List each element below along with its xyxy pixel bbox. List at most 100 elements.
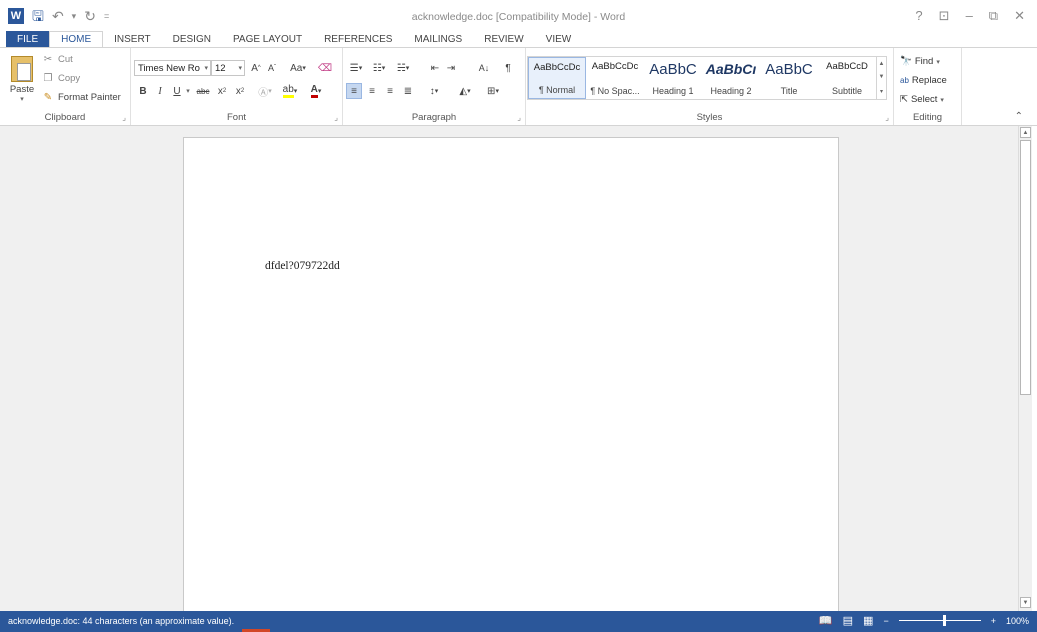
align-center-button[interactable]: ≡ — [365, 83, 379, 99]
tab-design[interactable]: DESIGN — [162, 31, 222, 48]
web-layout-icon[interactable]: ▦ — [863, 614, 873, 627]
copy-button[interactable]: ❐ Copy — [42, 73, 81, 84]
style-name: ¶ Normal — [538, 85, 576, 95]
change-case-label: Aa — [290, 62, 303, 74]
replace-label: Replace — [911, 75, 947, 86]
dialog-launcher-icon[interactable]: ⌟ — [885, 113, 889, 122]
shading-button[interactable]: ◭ ▾ — [453, 83, 477, 99]
tab-references[interactable]: REFERENCES — [313, 31, 403, 48]
underline-button[interactable]: U — [170, 83, 184, 99]
select-button[interactable]: ⇱ Select ▾ — [900, 94, 944, 105]
style-subtitle[interactable]: AaBbCcD Subtitle — [818, 57, 876, 99]
zoom-level[interactable]: 100% — [1006, 616, 1029, 626]
line-spacing-button[interactable]: ↕ ▾ — [423, 83, 445, 99]
chevron-down-icon: ▾ — [204, 65, 208, 72]
numbering-button[interactable]: ☷ ▾ — [369, 60, 389, 76]
style-preview: AaBbCcD — [826, 61, 868, 72]
bold-button[interactable]: B — [136, 83, 150, 99]
format-painter-button[interactable]: ✎ Format Painter — [42, 92, 121, 103]
superscript-button[interactable]: x2 — [233, 83, 247, 99]
change-case-button[interactable]: Aa ▾ — [286, 60, 310, 76]
tab-review[interactable]: REVIEW — [473, 31, 534, 48]
styles-gallery-scroll: ▲ ▼ ▾ — [876, 56, 887, 100]
bullets-button[interactable]: ☰ ▾ — [346, 60, 366, 76]
style-name: Heading 2 — [710, 86, 752, 96]
chevron-down-icon[interactable]: ▼ — [879, 74, 885, 80]
tab-home[interactable]: HOME — [49, 31, 104, 48]
collapse-ribbon-icon[interactable]: ⌃ — [1015, 111, 1023, 122]
vertical-scrollbar[interactable]: ▲ ▼ — [1018, 126, 1032, 611]
chevron-down-icon[interactable]: ▾ — [8, 95, 36, 103]
dialog-launcher-icon[interactable]: ⌟ — [334, 113, 338, 122]
zoom-in-button[interactable]: + — [991, 616, 996, 626]
style-heading-2[interactable]: AaBbCı Heading 2 — [702, 57, 760, 99]
style-heading-1[interactable]: AaBbC Heading 1 — [644, 57, 702, 99]
status-bar: acknowledge.doc: 44 characters (an appro… — [0, 611, 1037, 632]
paragraph-group: ☰ ▾ ☷ ▾ ☵ ▾ ⇤ ⇥ A↓ ¶ ≡ ≡ ≡ ≣ ↕ ▾ ◭ ▾ ⊞ ▾ Parag… — [343, 48, 526, 125]
copy-icon: ❐ — [43, 73, 53, 84]
tab-file[interactable]: FILE — [6, 31, 50, 48]
zoom-slider[interactable] — [898, 615, 981, 626]
paragraph-group-label: Paragraph — [411, 112, 457, 123]
style-name: ¶ No Spac... — [590, 86, 640, 96]
document-page[interactable]: dfdel?079722dd — [183, 137, 839, 611]
tab-page-layout[interactable]: PAGE LAYOUT — [222, 31, 313, 48]
show-formatting-button[interactable]: ¶ — [501, 60, 515, 76]
help-icon[interactable]: ? — [915, 8, 922, 24]
window-title: acknowledge.doc [Compatibility Mode] - W… — [411, 11, 626, 23]
borders-button[interactable]: ⊞ ▾ — [481, 83, 505, 99]
style-normal[interactable]: AaBbCcDc ¶ Normal — [528, 57, 586, 99]
decrease-indent-icon[interactable]: ⇤ — [428, 60, 442, 76]
cut-button[interactable]: ✂ Cut — [42, 54, 73, 65]
paste-button[interactable]: Paste ▾ — [8, 56, 36, 103]
increase-indent-icon[interactable]: ⇥ — [444, 60, 458, 76]
ribbon-display-options-icon[interactable]: ⊡ — [939, 8, 950, 24]
font-size-combo[interactable]: 12 ▾ — [211, 60, 245, 76]
italic-button[interactable]: I — [153, 83, 167, 99]
shrink-font-button[interactable]: Aˇ — [265, 60, 279, 76]
chevron-down-icon[interactable]: ▾ — [184, 83, 192, 99]
more-styles-icon[interactable]: ▾ — [880, 88, 883, 95]
highlight-color-button[interactable]: ab ▾ — [279, 83, 301, 99]
dialog-launcher-icon[interactable]: ⌟ — [122, 113, 126, 122]
subscript-button[interactable]: x2 — [215, 83, 229, 99]
strikethrough-button[interactable]: abc — [194, 83, 212, 99]
zoom-out-button[interactable]: − — [883, 616, 888, 626]
close-icon[interactable]: ✕ — [1014, 8, 1025, 24]
read-mode-icon[interactable]: 📖 — [819, 614, 833, 627]
print-layout-icon[interactable]: ▤ — [843, 614, 853, 627]
find-button[interactable]: 🔭 Find ▾ — [900, 56, 940, 67]
minimize-icon[interactable]: – — [966, 8, 973, 24]
font-name-combo[interactable]: Times New Ro ▾ — [134, 60, 211, 76]
clipboard-group-label: Clipboard — [44, 112, 86, 123]
tab-view[interactable]: VIEW — [535, 31, 583, 48]
grow-font-button[interactable]: A ^ — [249, 60, 263, 76]
status-text: acknowledge.doc: 44 characters (an appro… — [8, 616, 235, 626]
chevron-up-icon[interactable]: ▲ — [879, 61, 885, 67]
font-color-button[interactable]: A ▾ — [305, 83, 327, 99]
scroll-down-icon[interactable]: ▼ — [1020, 597, 1031, 608]
cursor-icon: ⇱ — [900, 94, 908, 105]
align-left-button[interactable]: ≡ — [346, 83, 362, 99]
dialog-launcher-icon[interactable]: ⌟ — [517, 113, 521, 122]
font-group-label: Font — [226, 112, 246, 123]
document-text[interactable]: dfdel?079722dd — [265, 260, 340, 272]
justify-button[interactable]: ≣ — [401, 83, 415, 99]
style-no-spacing[interactable]: AaBbCcDc ¶ No Spac... — [586, 57, 644, 99]
sort-button[interactable]: A↓ — [476, 60, 492, 76]
multilevel-list-button[interactable]: ☵ ▾ — [392, 60, 414, 76]
clear-formatting-icon[interactable]: ⌫ — [317, 60, 333, 76]
scroll-up-icon[interactable]: ▲ — [1020, 127, 1031, 138]
replace-button[interactable]: ab Replace — [900, 75, 947, 86]
style-title[interactable]: AaBbC Title — [760, 57, 818, 99]
highlighter-icon: ab — [282, 84, 294, 98]
align-right-button[interactable]: ≡ — [383, 83, 397, 99]
tab-mailings[interactable]: MAILINGS — [403, 31, 473, 48]
scrollbar-thumb[interactable] — [1020, 140, 1031, 395]
restore-icon[interactable]: ⧉ — [989, 8, 998, 24]
status-right: 📖 ▤ ▦ − + 100% — [819, 614, 1029, 627]
cut-label: Cut — [58, 54, 73, 65]
zoom-slider-thumb[interactable] — [942, 615, 946, 626]
text-effects-icon[interactable]: Ⓐ ▾ — [254, 83, 276, 99]
tab-insert[interactable]: INSERT — [103, 31, 162, 48]
